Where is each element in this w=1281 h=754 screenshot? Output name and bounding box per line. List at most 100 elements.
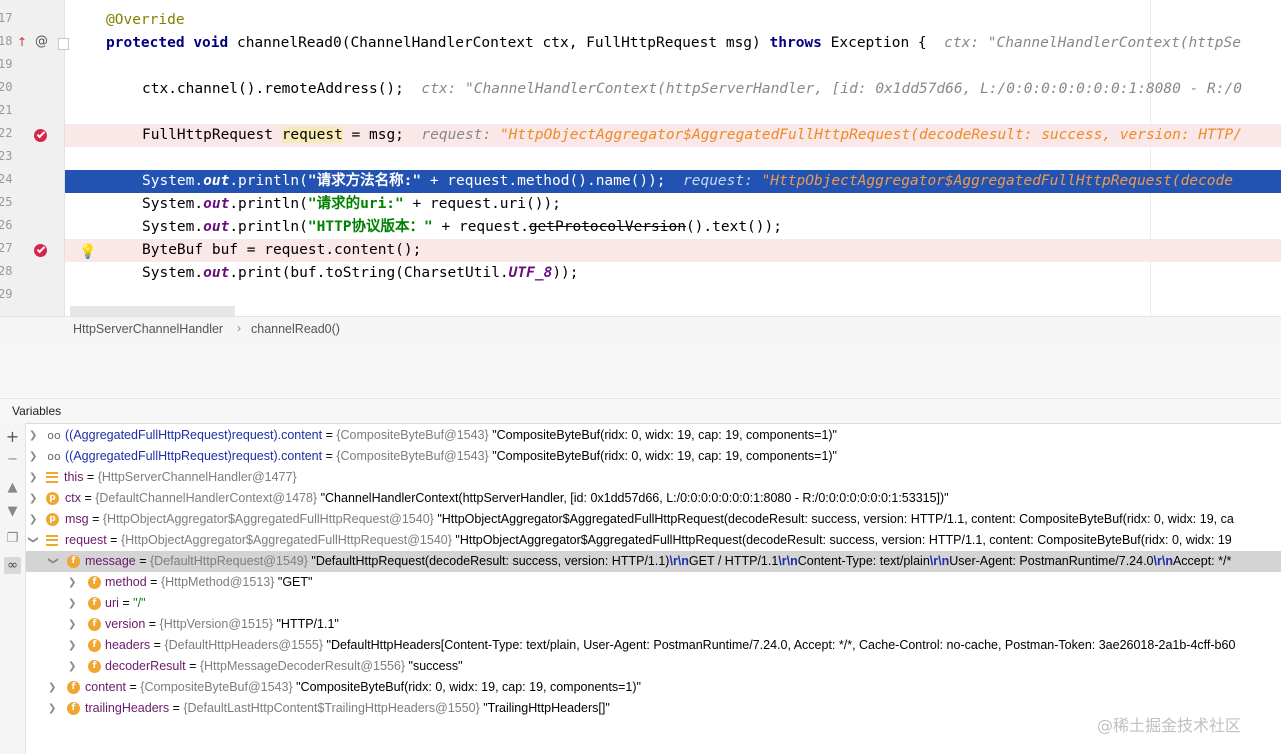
variable-row[interactable]: ❯ f headers = {DefaultHttpHeaders@1555} … <box>26 635 1281 656</box>
variable-row[interactable]: ❯ f uri = "/" <box>26 593 1281 614</box>
variable-type: {DefaultLastHttpContent$TrailingHttpHead… <box>183 701 480 715</box>
inline-debug-value: request: "HttpObjectAggregator$Aggregate… <box>683 173 1233 189</box>
code-line[interactable]: System.out.println("请求的uri:" + request.u… <box>65 193 1281 216</box>
variable-name: request <box>65 533 107 547</box>
variable-value: "success" <box>405 659 463 673</box>
chevron-right-icon[interactable]: ❯ <box>29 446 39 467</box>
chevron-right-icon: › <box>237 321 241 335</box>
variable-value: "HTTP/1.1" <box>273 617 339 631</box>
remove-watch-icon[interactable]: − <box>4 451 21 468</box>
variable-value: "ChannelHandlerContext(httpServerHandler… <box>317 491 949 505</box>
variable-value: "CompositeByteBuf(ridx: 0, widx: 19, cap… <box>292 680 641 694</box>
variable-value: "GET" <box>274 575 313 589</box>
variable-name: this <box>64 470 84 484</box>
show-watches-icon[interactable]: ∞ <box>4 557 21 574</box>
chevron-right-icon[interactable]: ❯ <box>68 656 78 677</box>
variables-tree[interactable]: ❯ oo ((AggregatedFullHttpRequest)request… <box>26 423 1281 754</box>
debug-toolbar <box>0 343 1281 397</box>
breadcrumb-class[interactable]: HttpServerChannelHandler <box>73 322 223 336</box>
watch-icon: oo <box>47 450 61 463</box>
copy-icon[interactable]: ❐ <box>4 530 21 547</box>
chevron-right-icon[interactable]: ❯ <box>68 572 78 593</box>
breakpoint-line[interactable]: 💡 ByteBuf buf = request.content(); <box>65 239 1281 262</box>
code-text: System.out.print(buf.toString(CharsetUti… <box>142 265 579 281</box>
variable-value: "DefaultHttpRequest(decodeResult: succes… <box>307 554 1232 568</box>
variable-name: uri <box>105 596 119 610</box>
chevron-right-icon[interactable]: ❯ <box>48 677 58 698</box>
chevron-right-icon[interactable]: ❯ <box>29 425 39 446</box>
code-text: System.out.println("请求方法名称:" + request.m… <box>142 173 1233 189</box>
variable-row[interactable]: ❯ f method = {HttpMethod@1513} "GET" <box>26 572 1281 593</box>
chevron-down-icon[interactable]: ❯ <box>26 536 44 546</box>
current-execution-line[interactable]: System.out.println("请求方法名称:" + request.m… <box>65 170 1281 193</box>
breakpoint-icon[interactable] <box>34 244 47 257</box>
breakpoint-line[interactable]: FullHttpRequest request = msg; request: … <box>65 124 1281 147</box>
line-number: 25 <box>0 195 13 209</box>
variable-row[interactable]: ❯ f trailingHeaders = {DefaultLastHttpCo… <box>26 698 1281 719</box>
variable-row[interactable]: ❯ p ctx = {DefaultChannelHandlerContext@… <box>26 488 1281 509</box>
variable-type: {HttpMethod@1513} <box>160 575 275 589</box>
add-watch-icon[interactable]: + <box>4 428 21 445</box>
code-editor[interactable]: 17 18 ↑ @ 19 20 21 22 23 24 25 26 27 28 … <box>0 0 1281 316</box>
variable-row[interactable]: ❯ request = {HttpObjectAggregator$Aggreg… <box>26 530 1281 551</box>
field-icon: f <box>88 639 101 652</box>
code-text: System.out.println("请求的uri:" + request.u… <box>142 196 561 212</box>
code-line[interactable]: System.out.println("HTTP协议版本：" + request… <box>65 216 1281 239</box>
variable-type: {DefaultChannelHandlerContext@1478} <box>95 491 318 505</box>
code-line[interactable]: protected void channelRead0(ChannelHandl… <box>65 32 1281 55</box>
variable-name: content <box>85 680 127 694</box>
watch-row[interactable]: ❯ oo ((AggregatedFullHttpRequest)request… <box>26 425 1281 446</box>
variable-name: decoderResult <box>105 659 186 673</box>
line-number: 23 <box>0 149 13 163</box>
variable-row[interactable]: ❯ f decoderResult = {HttpMessageDecoderR… <box>26 656 1281 677</box>
variable-name: msg <box>65 512 89 526</box>
variable-name: ((AggregatedFullHttpRequest)request).con… <box>65 449 323 463</box>
move-up-icon[interactable]: ▲ <box>4 479 21 496</box>
code-text: System.out.println("HTTP协议版本：" + request… <box>142 219 782 235</box>
chevron-down-icon[interactable]: ❯ <box>43 557 64 567</box>
variable-type: {HttpObjectAggregator$AggregatedFullHttp… <box>120 533 452 547</box>
variable-row[interactable]: ❯ f content = {CompositeByteBuf@1543} "C… <box>26 677 1281 698</box>
variable-value: "/" <box>133 596 146 610</box>
chevron-right-icon[interactable]: ❯ <box>68 635 78 656</box>
line-number: 21 <box>0 103 13 117</box>
variable-value: "CompositeByteBuf(ridx: 0, widx: 19, cap… <box>488 449 837 463</box>
code-line[interactable]: @Override <box>65 9 1281 32</box>
variable-row[interactable]: ❯ this = {HttpServerChannelHandler@1477} <box>26 467 1281 488</box>
chevron-right-icon[interactable]: ❯ <box>29 509 39 530</box>
variable-name: headers <box>105 638 151 652</box>
variable-type: {HttpVersion@1515} <box>159 617 274 631</box>
horizontal-scrollbar[interactable] <box>70 306 235 316</box>
watch-icon: oo <box>47 429 61 442</box>
variable-type: {HttpObjectAggregator$AggregatedFullHttp… <box>102 512 434 526</box>
variable-row[interactable]: ❯ f version = {HttpVersion@1515} "HTTP/1… <box>26 614 1281 635</box>
chevron-right-icon[interactable]: ❯ <box>48 698 58 719</box>
breakpoint-icon[interactable] <box>34 129 47 142</box>
breadcrumb-method[interactable]: channelRead0() <box>251 322 340 336</box>
breadcrumb: HttpServerChannelHandler › channelRead0(… <box>0 316 1281 344</box>
parameter-icon: p <box>46 492 59 505</box>
chevron-right-icon[interactable]: ❯ <box>29 488 39 509</box>
editor-gutter[interactable]: 17 18 ↑ @ 19 20 21 22 23 24 25 26 27 28 … <box>0 0 69 316</box>
line-number: 27 <box>0 241 13 255</box>
deprecated-method: getProtocolVersion <box>528 219 686 235</box>
lightbulb-icon[interactable]: 💡 <box>79 241 96 264</box>
variable-row[interactable]: ❯ p msg = {HttpObjectAggregator$Aggregat… <box>26 509 1281 530</box>
field-icon: f <box>88 618 101 631</box>
line-number: 28 <box>0 264 13 278</box>
variable-value: "DefaultHttpHeaders[Content-Type: text/p… <box>323 638 1236 652</box>
chevron-right-icon[interactable]: ❯ <box>68 614 78 635</box>
variable-row-selected[interactable]: ❯ f message = {DefaultHttpRequest@1549} … <box>26 551 1281 572</box>
variable-type: {CompositeByteBuf@1543} <box>336 428 489 442</box>
code-line[interactable]: ctx.channel().remoteAddress(); ctx: "Cha… <box>65 78 1281 101</box>
variable-value: "TrailingHttpHeaders[]" <box>479 701 610 715</box>
line-number: 29 <box>0 287 13 301</box>
code-line[interactable]: System.out.print(buf.toString(CharsetUti… <box>65 262 1281 285</box>
code-text: ctx.channel().remoteAddress(); ctx: "Cha… <box>142 81 1242 97</box>
move-down-icon[interactable]: ▼ <box>4 503 21 520</box>
chevron-right-icon[interactable]: ❯ <box>29 467 39 488</box>
watch-row[interactable]: ❯ oo ((AggregatedFullHttpRequest)request… <box>26 446 1281 467</box>
chevron-right-icon[interactable]: ❯ <box>68 593 78 614</box>
field-icon: f <box>88 597 101 610</box>
override-method-icon[interactable]: ↑ <box>17 35 27 49</box>
